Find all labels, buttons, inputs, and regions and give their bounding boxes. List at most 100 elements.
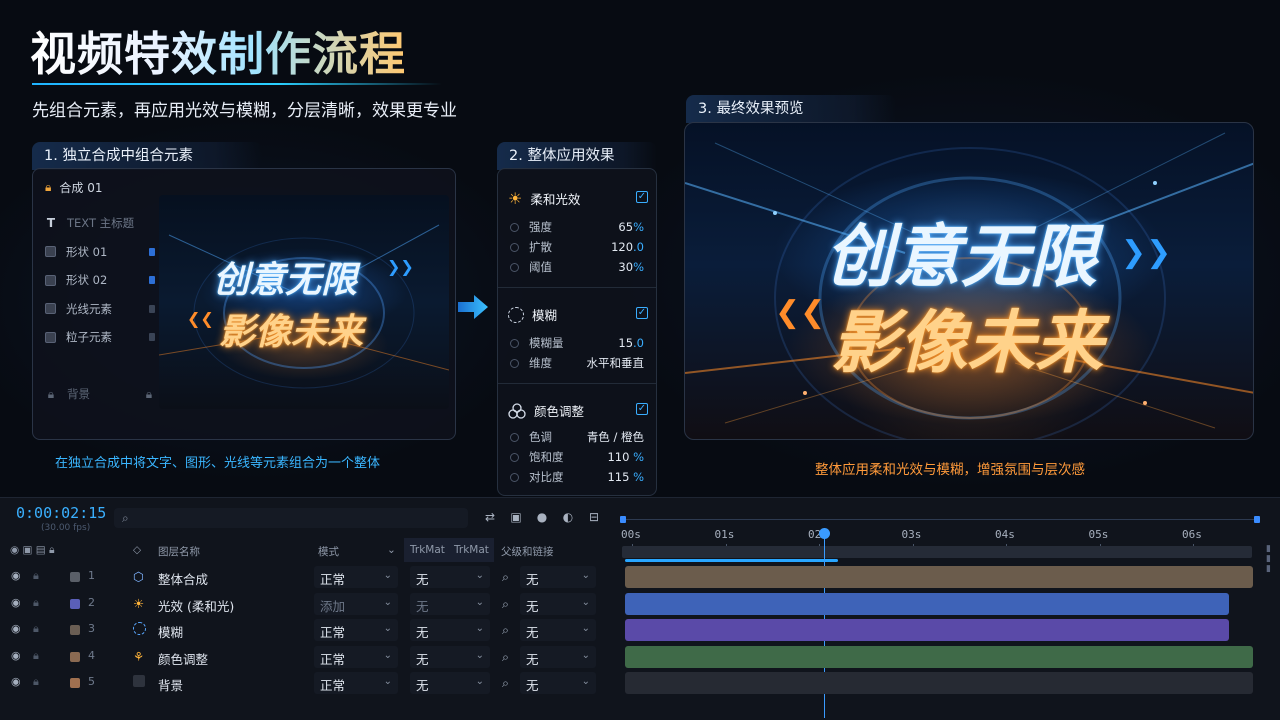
comp-header[interactable]: 🔒︎ 合成 01	[45, 179, 102, 196]
pickwhip-icon[interactable]: ⌕	[502, 622, 509, 638]
timecode[interactable]: 0:00:02:15	[16, 504, 106, 522]
prop-value[interactable]: 115 %	[607, 470, 644, 484]
prop-value[interactable]: 110 %	[607, 450, 644, 464]
label-color-chip[interactable]	[70, 651, 80, 662]
col-parent[interactable]: 父级和链接	[501, 544, 554, 559]
prop-dimensions[interactable]: 维度 水平和垂直	[510, 355, 644, 371]
trkmat-select[interactable]: 无 ⌄	[410, 619, 490, 641]
layer-name[interactable]: 模糊	[158, 622, 183, 641]
prop-intensity[interactable]: 强度 65%	[510, 219, 644, 235]
trkmat-select[interactable]: 无 ⌄	[410, 592, 490, 615]
prop-spread[interactable]: 扩散 120.0	[510, 239, 644, 255]
draft-3d-icon[interactable]: ▣	[508, 510, 524, 526]
layer-row[interactable]: ◉ 🔒︎ 4 ⚘ 颜色调整 正常 ⌄ 无 ⌄ ⌕ 无 ⌄	[0, 644, 600, 670]
prop-threshold[interactable]: 阈值 30%	[510, 259, 644, 275]
col-trkmat[interactable]: TrkMat	[454, 544, 489, 556]
effect-color-adjust[interactable]: 颜色调整 ✓	[508, 401, 648, 420]
lock-icon[interactable]: 🔒︎	[33, 569, 39, 583]
prop-value[interactable]: 30%	[618, 260, 644, 274]
effect-enabled-checkbox[interactable]: ✓	[636, 403, 648, 415]
eye-icon[interactable]: ◉	[11, 622, 21, 635]
eye-icon[interactable]: ◉	[11, 675, 21, 688]
navigator-start-handle[interactable]	[620, 516, 626, 523]
label-color-chip[interactable]	[70, 598, 80, 609]
mode-select[interactable]: 正常 ⌄	[314, 672, 398, 694]
comp-layer-text[interactable]: T TEXT 主标题	[45, 209, 155, 238]
parent-select[interactable]: 无 ⌄	[520, 645, 596, 668]
comp-layer-shape-02[interactable]: 形状 02	[45, 266, 155, 295]
comp-layer-background[interactable]: 🔒︎ 背景 🔒︎	[45, 380, 155, 409]
layer-duration-bar[interactable]	[625, 672, 1253, 694]
lock-icon[interactable]: 🔒︎	[33, 649, 39, 663]
layer-name[interactable]: 整体合成	[158, 569, 208, 588]
trkmat-select[interactable]: 无 ⌄	[410, 672, 490, 694]
prop-saturation[interactable]: 饱和度 110 %	[510, 449, 644, 465]
comp-flow-icon[interactable]: ⇄	[482, 510, 498, 526]
scrollbar[interactable]: ▮ ▮ ▮	[1266, 544, 1274, 580]
keyframe-dot[interactable]	[510, 452, 519, 462]
label-color-chip[interactable]	[70, 572, 80, 582]
motion-blur-icon[interactable]: ◐	[560, 510, 576, 526]
mode-select[interactable]: 正常 ⌄	[314, 645, 398, 668]
work-area-range[interactable]	[625, 559, 838, 562]
effect-soft-glow[interactable]: ☀ 柔和光效 ✓	[508, 189, 648, 208]
keyframe-dot[interactable]	[510, 472, 519, 482]
keyframe-dot[interactable]	[510, 338, 519, 348]
trkmat-select[interactable]: 无 ⌄	[410, 566, 490, 588]
prop-value[interactable]: 65%	[618, 220, 644, 234]
layer-row[interactable]: ◉ 🔒︎ 1 ⬡ 整体合成 正常 ⌄ 无 ⌄ ⌕ 无 ⌄	[0, 564, 600, 590]
graph-editor-icon[interactable]: ⊟	[586, 510, 602, 526]
effect-enabled-checkbox[interactable]: ✓	[636, 191, 648, 203]
col-trkmat[interactable]: TrkMat	[410, 544, 445, 556]
layer-name[interactable]: 背景	[158, 675, 183, 694]
navigator-end-handle[interactable]	[1254, 516, 1260, 523]
chevron-down-icon[interactable]: ⌄	[387, 544, 396, 556]
lock-icon[interactable]: 🔒︎	[33, 675, 39, 689]
layer-row[interactable]: ◉ 🔒︎ 5 背景 正常 ⌄ 无 ⌄ ⌕ 无 ⌄	[0, 670, 600, 696]
pickwhip-icon[interactable]: ⌕	[502, 675, 509, 691]
parent-select[interactable]: 无 ⌄	[520, 566, 596, 588]
comp-layer-light[interactable]: 光线元素	[45, 295, 155, 324]
layer-duration-bar[interactable]	[625, 566, 1253, 588]
prop-blur-amount[interactable]: 模糊量 15.0	[510, 335, 644, 351]
keyframe-dot[interactable]	[510, 222, 519, 232]
pickwhip-icon[interactable]: ⌕	[502, 596, 509, 612]
shy-layers-icon[interactable]: ●	[534, 510, 550, 526]
mode-select[interactable]: 正常 ⌄	[314, 566, 398, 588]
label-color-chip[interactable]	[70, 625, 80, 635]
mode-select[interactable]: 正常 ⌄	[314, 619, 398, 641]
layer-row[interactable]: ◉ 🔒︎ 3 模糊 正常 ⌄ 无 ⌄ ⌕ 无 ⌄	[0, 617, 600, 643]
layer-duration-bar[interactable]	[625, 592, 1230, 615]
eye-icon[interactable]: ◉	[11, 596, 21, 609]
eye-icon[interactable]: ◉	[11, 649, 21, 662]
lock-icon[interactable]: 🔒︎	[33, 596, 39, 610]
col-mode[interactable]: 模式	[318, 544, 339, 559]
prop-hue[interactable]: 色调 青色 / 橙色	[510, 429, 644, 445]
keyframe-dot[interactable]	[510, 242, 519, 252]
prop-value[interactable]: 15.0	[618, 336, 644, 350]
comp-layer-particles[interactable]: 粒子元素	[45, 323, 155, 352]
prop-value[interactable]: 120.0	[611, 240, 644, 254]
layer-duration-bar[interactable]	[625, 619, 1230, 641]
keyframe-dot[interactable]	[510, 358, 519, 368]
pickwhip-icon[interactable]: ⌕	[502, 569, 509, 585]
pickwhip-icon[interactable]: ⌕	[502, 649, 509, 665]
comp-layer-shape-01[interactable]: 形状 01	[45, 238, 155, 267]
layer-duration-bar[interactable]	[625, 645, 1253, 668]
mode-select[interactable]: 添加 ⌄	[314, 592, 398, 615]
prop-value[interactable]: 青色 / 橙色	[587, 429, 644, 445]
parent-select[interactable]: 无 ⌄	[520, 672, 596, 694]
keyframe-dot[interactable]	[510, 262, 519, 272]
keyframe-dot[interactable]	[510, 432, 519, 442]
lock-icon[interactable]: 🔒︎	[33, 622, 39, 636]
label-color-chip[interactable]	[70, 678, 80, 688]
prop-value[interactable]: 水平和垂直	[587, 355, 645, 371]
layer-name[interactable]: 颜色调整	[158, 649, 208, 668]
trkmat-select[interactable]: 无 ⌄	[410, 645, 490, 668]
eye-icon[interactable]: ◉	[11, 569, 21, 582]
layer-name[interactable]: 光效 (柔和光)	[158, 596, 234, 615]
work-area-bar[interactable]	[622, 546, 1252, 558]
prop-contrast[interactable]: 对比度 115 %	[510, 469, 644, 485]
col-layer-name[interactable]: 图层名称	[158, 544, 200, 559]
layer-row[interactable]: ◉ 🔒︎ 2 ☀ 光效 (柔和光) 添加 ⌄ 无 ⌄ ⌕ 无 ⌄	[0, 591, 600, 617]
